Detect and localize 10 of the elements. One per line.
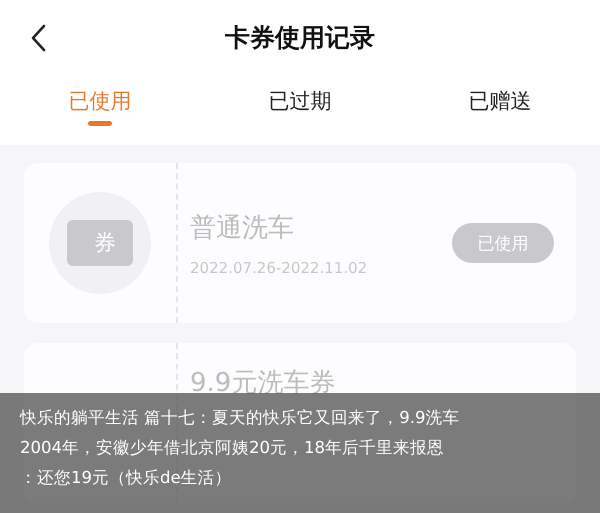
coupon-title: 普通洗车	[190, 212, 295, 244]
coupon-title: 9.9元洗车券	[190, 367, 336, 400]
page-title: 卡券使用记录	[225, 22, 375, 54]
caption-line: 快乐的躺平生活 篇十七：夏天的快乐它又回来了，9.9洗车	[20, 407, 460, 429]
tab[interactable]: 已过期	[268, 87, 332, 115]
back-icon[interactable]	[30, 24, 46, 52]
caption-line: ：还您19元（快乐de生活）	[20, 467, 233, 489]
caption-line: 2004年，安徽少年借北京阿姨20元，18年后千里来报恩	[20, 437, 445, 459]
tab-underline	[88, 121, 112, 126]
tab[interactable]: 已赠送	[468, 87, 532, 115]
